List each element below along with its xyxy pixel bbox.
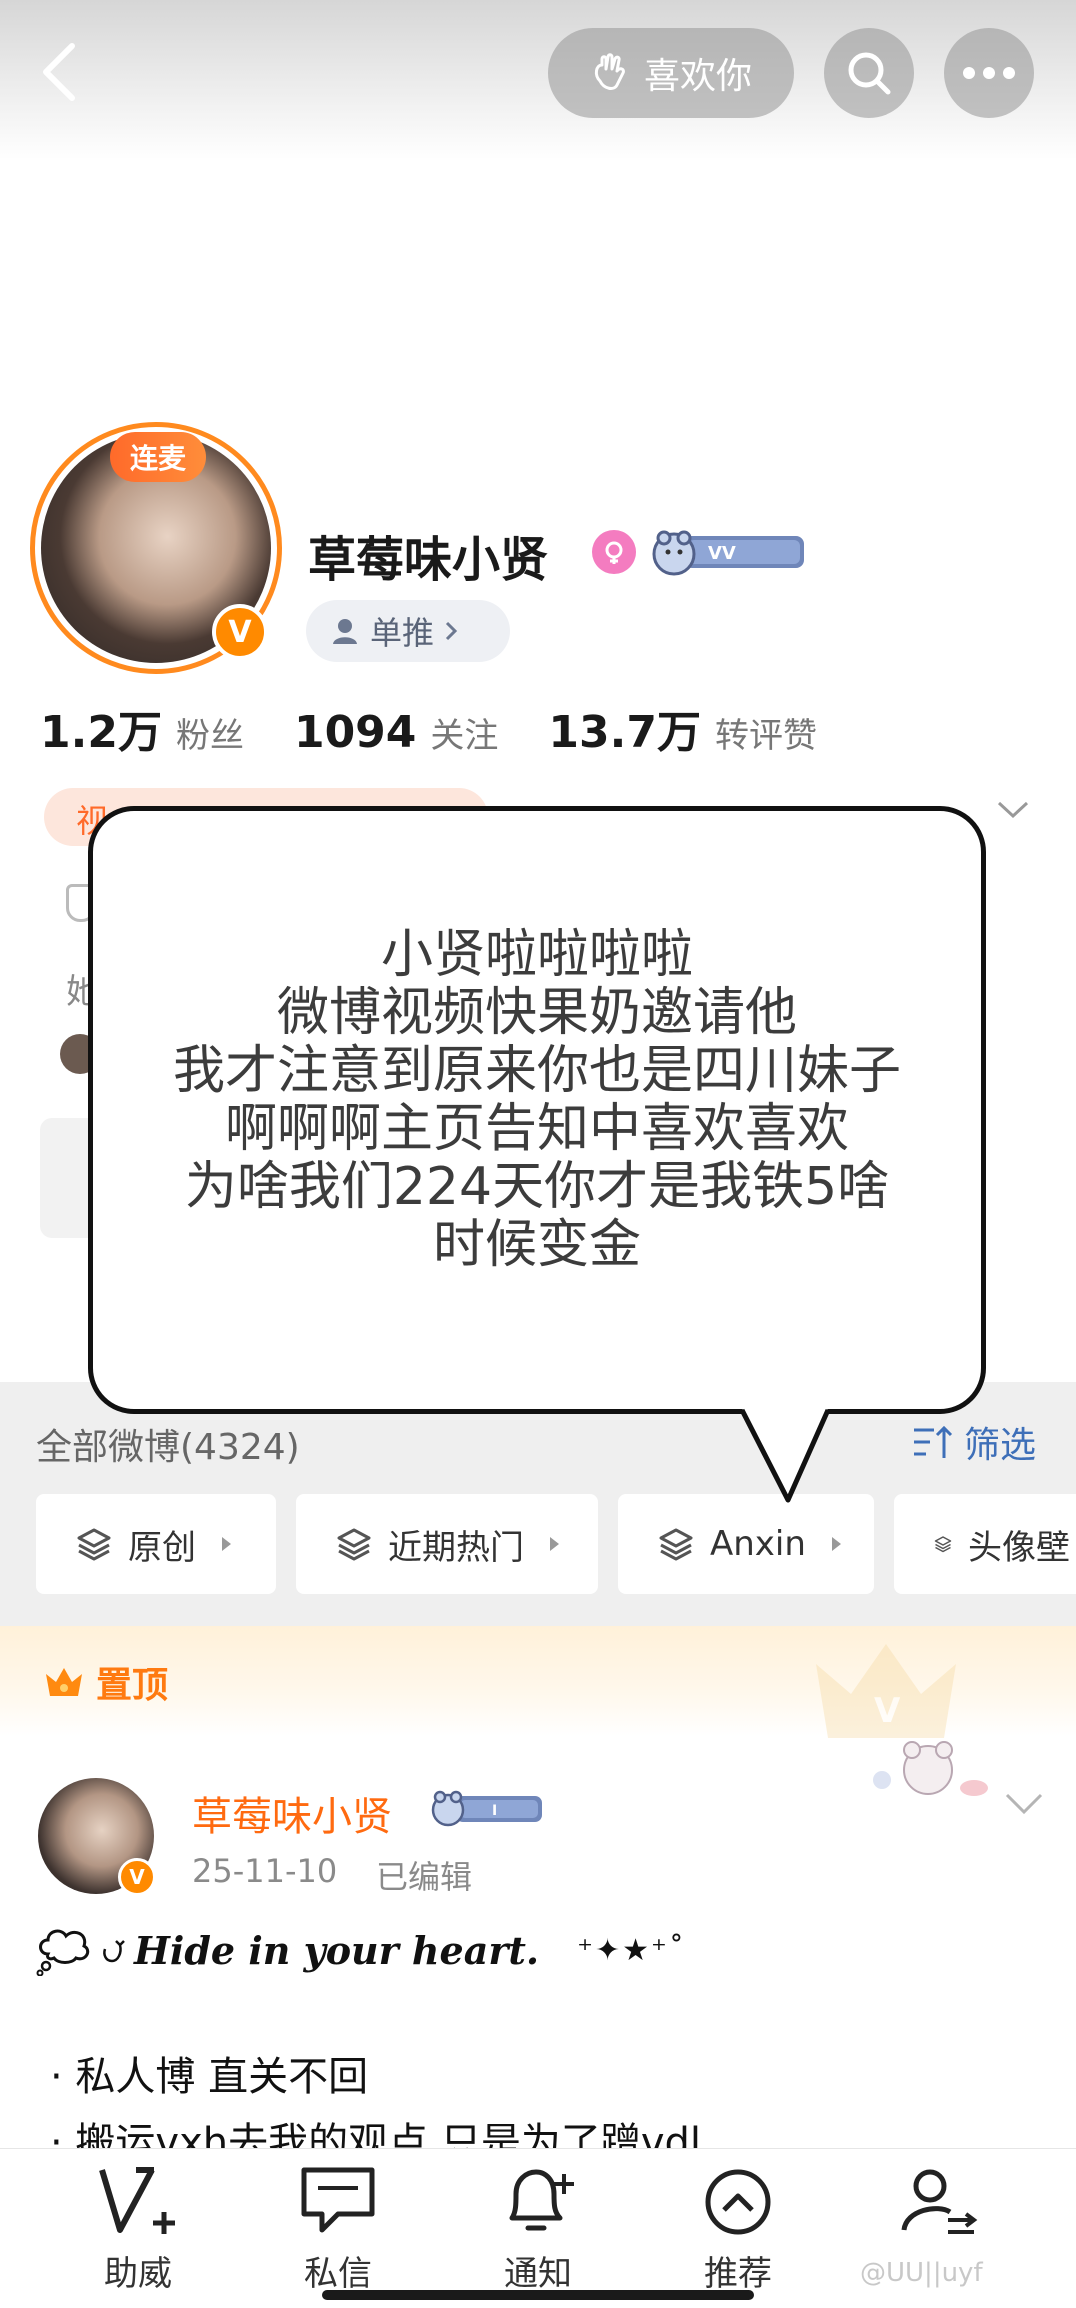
pill-original[interactable]: 原创 — [36, 1494, 276, 1594]
post-first-line: Hide in your heart. ⁺✦★⁺˚ — [36, 1924, 686, 1976]
chat-icon — [301, 2167, 375, 2233]
female-icon — [592, 530, 636, 574]
like-button[interactable]: 喜欢你 — [548, 28, 794, 118]
bell-plus-icon — [509, 2169, 574, 2231]
post-heading-text: Hide in your heart. — [134, 1927, 540, 1973]
tab-label: 助威 — [104, 2254, 172, 2294]
tab-label: 私信 — [304, 2254, 372, 2294]
profile-name: 草莓味小贤 — [308, 532, 549, 588]
following-label[interactable]: 关注 — [430, 708, 498, 757]
thought-bubble-icon — [36, 1929, 90, 1976]
circle-up-icon — [705, 2169, 771, 2235]
hand-heart-icon — [594, 53, 625, 90]
fan-group-chip[interactable]: 单推 — [306, 600, 510, 662]
header-background — [0, 0, 1076, 160]
caret-right-icon — [831, 1537, 841, 1551]
tab-cheer[interactable]: 助威 — [78, 2164, 198, 2295]
likes-count: 13.7万 — [548, 707, 701, 758]
search-icon — [848, 52, 891, 95]
caret-right-icon — [222, 1537, 231, 1551]
search-button[interactable] — [824, 28, 914, 118]
bubble-line: 时候变金 — [432, 1215, 641, 1275]
bubble-line: 微博视频快果奶邀请他 — [276, 983, 797, 1043]
bubble-line: 为啥我们224天你才是我铁5啥 — [184, 1157, 890, 1217]
chevron-down-icon[interactable] — [996, 800, 1030, 820]
tab-recommend[interactable]: 推荐 — [678, 2164, 798, 2295]
chevron-left-icon — [43, 43, 75, 101]
layers-icon — [659, 1528, 693, 1561]
v-plus-icon — [99, 2167, 175, 2234]
profile-stats: 1.2万 粉丝 1094 关注 13.7万 转评赞 — [40, 696, 867, 760]
likes-label: 转评赞 — [714, 716, 817, 756]
pill-label: 头像壁 — [968, 1527, 1070, 1568]
bubble-line: 我才注意到原来你也是四川妹子 — [172, 1041, 901, 1101]
layers-icon — [77, 1528, 111, 1561]
filter-button[interactable]: 筛选 — [912, 1416, 1036, 1468]
tab-label: 通知 — [504, 2254, 572, 2294]
post-stars: ⁺✦★⁺˚ — [577, 1932, 686, 1968]
pill-label: 近期热门 — [388, 1527, 524, 1568]
followers-count[interactable]: 1.2万 — [40, 696, 162, 760]
following-count[interactable]: 1094 — [294, 707, 416, 758]
crown-icon — [46, 1668, 82, 1696]
post-author-name[interactable]: 草莓味小贤 — [192, 1784, 392, 1842]
fan-chip-label: 单推 — [370, 614, 435, 652]
pill-label: Anxin — [710, 1524, 806, 1564]
speech-bubble: 小贤啦啦啦啦 微博视频快果奶邀请他 我才注意到原来你也是四川妹子 啊啊啊主页告知… — [88, 806, 986, 1414]
post-date: 25-11-10 — [192, 1852, 338, 1890]
like-button-label: 喜欢你 — [643, 56, 752, 97]
verified-badge: V — [212, 604, 268, 660]
pinned-label: 置顶 — [42, 1656, 168, 1708]
home-indicator — [322, 2290, 754, 2300]
pinned-text: 置顶 — [96, 1665, 169, 1706]
followers-label[interactable]: 粉丝 — [176, 708, 244, 757]
category-pills: 原创 近期热门 Anxin 头像壁 — [36, 1494, 1076, 1594]
svg-text:V: V — [874, 1691, 901, 1731]
svg-text:VV: VV — [708, 543, 736, 564]
more-button[interactable] — [944, 28, 1034, 118]
filter-label: 筛选 — [964, 1425, 1037, 1466]
verified-badge: V — [118, 1858, 156, 1896]
post-body-line: · 私人博 直关不回 — [50, 2054, 369, 2100]
bubble-line: 啊啊啊主页告知中喜欢喜欢 — [224, 1099, 849, 1159]
filter-icon — [914, 1425, 953, 1458]
bubble-line: 小贤啦啦啦啦 — [380, 925, 693, 985]
svg-text:I: I — [492, 1803, 497, 1819]
pill-label: 原创 — [128, 1527, 196, 1568]
tab-notifications[interactable]: 通知 — [478, 2164, 598, 2295]
back-button[interactable] — [38, 40, 82, 104]
watermark: @UU||uyf — [860, 2258, 983, 2288]
layers-icon — [934, 1536, 952, 1553]
person-switch-icon — [901, 2169, 978, 2234]
vip-badge-icon: VV — [652, 530, 804, 576]
pill-avatar-wallpaper[interactable]: 头像壁 — [894, 1494, 1076, 1594]
loop-arrow-icon — [103, 1940, 125, 1963]
chevron-down-icon[interactable] — [1004, 1792, 1044, 1816]
person-icon — [333, 619, 357, 644]
caret-right-icon — [550, 1537, 559, 1551]
more-dots-icon — [963, 67, 1015, 79]
pill-recent-hot[interactable]: 近期热门 — [296, 1494, 598, 1594]
crown-decoration-icon: V — [816, 1644, 956, 1738]
layers-icon — [337, 1528, 371, 1561]
chevron-right-icon — [445, 621, 458, 641]
tab-follow[interactable] — [878, 2164, 998, 2238]
pill-anxin[interactable]: Anxin — [618, 1494, 874, 1594]
vip-badge-icon: I — [431, 1790, 542, 1827]
all-posts-label[interactable]: 全部微博(4324) — [36, 1418, 300, 1470]
tab-messages[interactable]: 私信 — [278, 2164, 398, 2295]
live-badge: 连麦 — [110, 432, 206, 482]
bear-sticker-icon — [873, 1741, 988, 1796]
speech-bubble-tail — [740, 1408, 830, 1503]
tab-label: 推荐 — [704, 2254, 772, 2294]
post-edited-label: 已编辑 — [376, 1858, 473, 1896]
